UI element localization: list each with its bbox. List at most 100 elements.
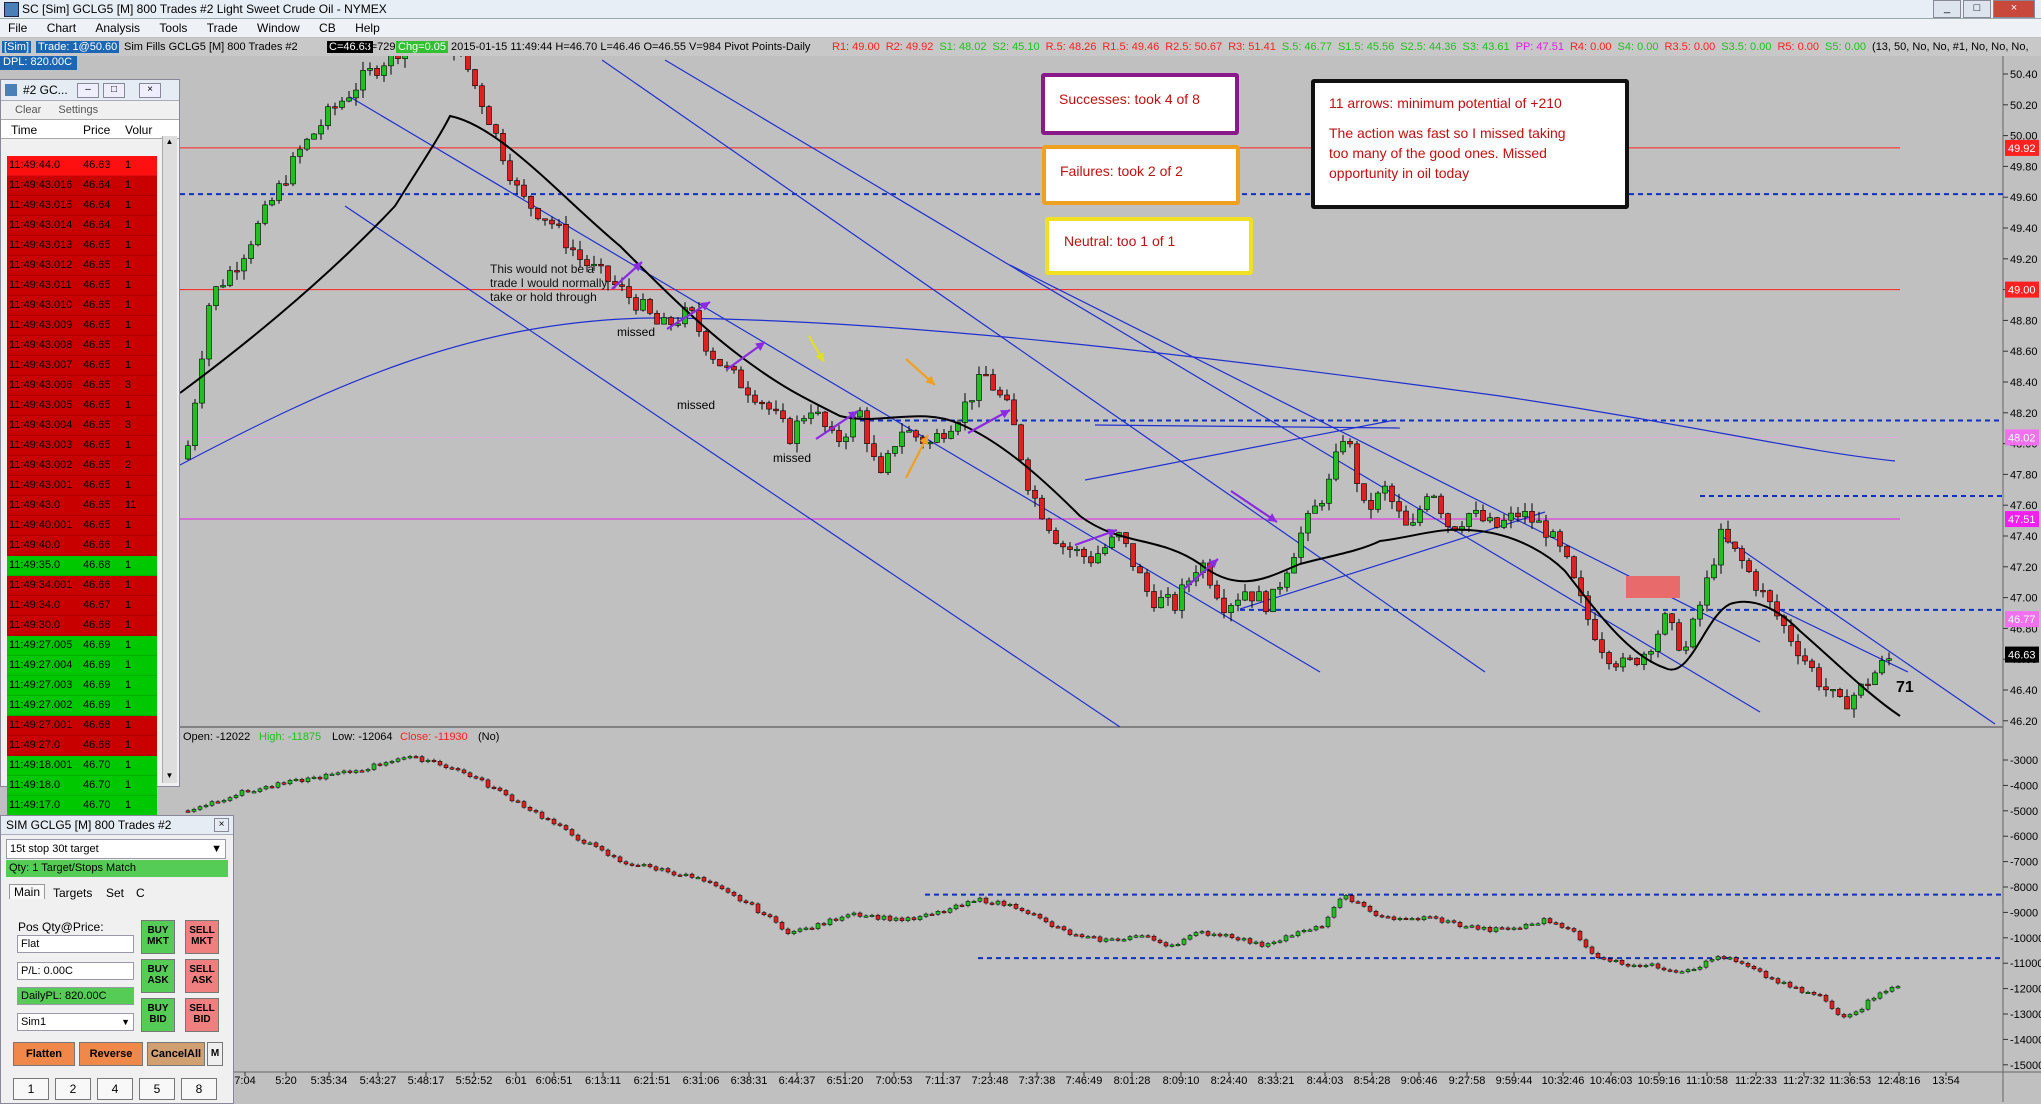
delta-bar [1517,927,1523,930]
ct-tab-c[interactable]: C [136,886,145,900]
candle-body [262,204,268,224]
candle-body [647,299,653,314]
menu-window[interactable]: Window [249,19,308,35]
ct-tab-targets[interactable]: Targets [53,886,92,900]
candle-body [1221,597,1227,613]
scroll-down-icon[interactable]: ▼ [164,771,175,782]
delta-bar [1877,992,1883,999]
buy-market-button[interactable]: BUY MKT [141,920,175,954]
ts-col-volume[interactable]: Volur [125,123,152,137]
cancel-all-button[interactable]: CancelAll [147,1042,205,1066]
candle-body [1102,547,1108,554]
delta-bar [1481,927,1487,930]
sell-market-button[interactable]: SELL MKT [185,920,219,954]
ts-row: 11:49:43.011 46.65 1 [7,276,157,296]
candle-body [1487,517,1493,522]
delta-bar [491,786,497,789]
qty-4-button[interactable]: 4 [97,1078,133,1100]
menu-cb[interactable]: CB [311,19,344,35]
delta-bar [1199,931,1205,934]
scroll-up-icon[interactable]: ▲ [164,137,175,148]
ts-close-button[interactable]: × [139,83,161,98]
ts-col-price[interactable]: Price [83,123,110,137]
price-chart[interactable]: 50.4050.2050.0049.8049.6049.4049.2049.00… [0,56,2041,1102]
menu-chart[interactable]: Chart [39,19,84,35]
ts-time: 11:49:34.001 [9,579,73,591]
delta-bar [653,866,659,871]
price-tick-label: 46.20 [2010,716,2038,728]
candle-body [969,400,975,403]
menu-trade[interactable]: Trade [199,19,246,35]
ts-minimize-button[interactable]: – [77,83,99,98]
pivot-value: (13, 50, No, No, #1, No, No, No, [1872,41,2029,53]
ts-price: 46.65 [83,479,111,491]
m-button[interactable]: M [207,1042,223,1066]
pivot-value: R3.5: 0.00 [1664,41,1716,53]
ts-col-time[interactable]: Time [11,123,37,137]
ts-row: 11:49:40.0 46.66 1 [7,536,157,556]
buy-ask-button[interactable]: BUY ASK [141,959,175,993]
window-title: SC [Sim] GCLG5 [M] 800 Trades #2 Light S… [22,2,387,16]
candle-body [1802,655,1808,662]
qty-5-button[interactable]: 5 [139,1078,175,1100]
delta-bar [1397,918,1403,921]
delta-bar [1331,907,1337,918]
ts-time: 11:49:43.009 [9,319,73,331]
account-value: Sim1 [21,1016,47,1028]
delta-bar [1361,901,1367,907]
delta-bar [737,895,743,902]
delta-bar [1349,895,1355,903]
menu-tools[interactable]: Tools [151,19,195,35]
ts-clear-button[interactable]: Clear [15,104,41,116]
delta-bar [995,900,1001,905]
time-tick-label: 5:52:52 [456,1075,493,1087]
delta-bar [941,911,947,914]
menu-analysis[interactable]: Analysis [87,19,148,35]
candle-body [493,124,499,134]
ct-tab-set[interactable]: Set [106,886,124,900]
account-chevron-icon: ▼ [121,1017,130,1027]
delta-bar [881,915,887,920]
time-tick-label: 11:22:33 [1735,1075,1777,1087]
candle-body [1438,495,1444,514]
menu-help[interactable]: Help [347,19,388,35]
account-select[interactable]: Sim1 ▼ [17,1013,134,1031]
qty-1-button[interactable]: 1 [13,1078,49,1100]
buy-bid-button[interactable]: BUY BID [141,998,175,1032]
delta-bar [575,834,581,841]
candle-body [1515,512,1521,518]
qty-8-button[interactable]: 8 [181,1078,217,1100]
delta-bar [1277,940,1283,943]
delta-bar [449,767,455,770]
sell-bid-button[interactable]: SELL BID [185,998,219,1032]
ct-close-icon[interactable]: × [214,818,229,832]
flatten-button[interactable]: Flatten [13,1042,75,1066]
delta-bar [1355,901,1361,904]
sell-ask-button[interactable]: SELL ASK [185,959,219,993]
qty-2-button[interactable]: 2 [55,1078,91,1100]
candle-body [1711,564,1717,579]
strategy-select[interactable]: 15t stop 30t target ▼ [6,839,226,859]
delta-bar [557,823,563,826]
price-tick-label: 50.20 [2010,100,2038,112]
minimize-button[interactable]: _ [1933,0,1961,18]
bar-ohlc: 2015-01-15 11:49:44 H=46.70 L=46.46 O=46… [451,41,811,53]
reverse-button[interactable]: Reverse [79,1042,143,1066]
close-button[interactable]: × [1993,0,2035,18]
maximize-button[interactable]: □ [1963,0,1991,18]
delta-bar [467,772,473,777]
delta-bar [1595,953,1601,958]
delta-bar [1121,939,1127,942]
delta-bar [1535,923,1541,926]
ts-restore-button[interactable]: □ [103,83,125,98]
candle-body [1151,591,1157,609]
ts-scrollbar[interactable]: ▲ ▼ [162,136,177,783]
ts-row: 11:49:43.003 46.65 1 [7,436,157,456]
delta-bar [1367,906,1373,912]
menu-file[interactable]: File [0,19,35,35]
candle-body [1417,509,1423,523]
delta-bar [533,810,539,813]
candle-body [276,183,282,201]
ct-tab-main[interactable]: Main [9,884,46,899]
ts-settings-button[interactable]: Settings [58,104,98,116]
